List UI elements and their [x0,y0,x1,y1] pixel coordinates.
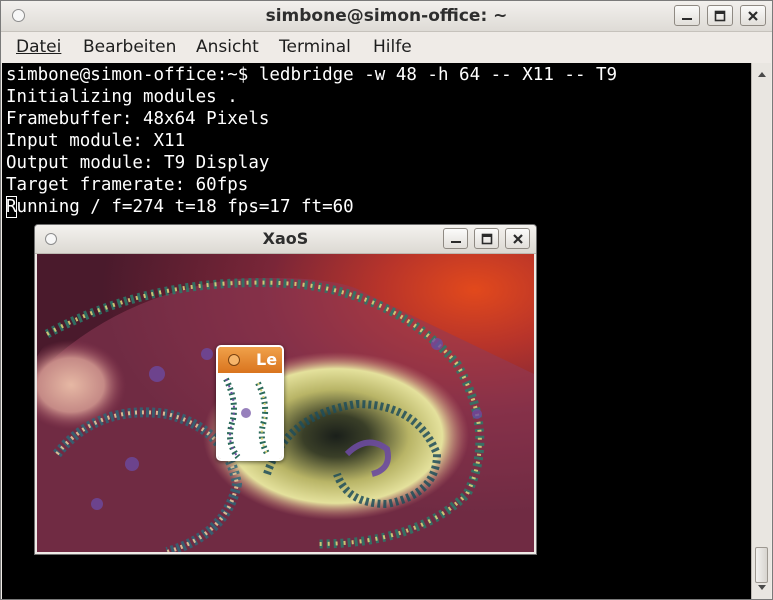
close-icon [512,233,523,244]
minimize-icon [450,240,461,243]
terminal-line-rest: unning / f=274 t=18 fps=17 ft=60 [16,197,354,217]
terminal-line: simbone@simon-office:~$ ledbridge -w 48 … [6,65,618,85]
terminal-line: Initializing modules . [6,87,238,107]
menu-hilfe[interactable]: Hilfe [373,37,412,57]
scroll-down-arrow-icon[interactable] [754,580,769,596]
menu-datei[interactable]: Datei [16,37,61,57]
menu-label: Bearbeiten [83,37,177,57]
le-preview-image [218,373,282,459]
xaos-window: XaoS [34,224,537,555]
terminal-line-last: Running / f=274 t=18 fps=17 ft=60 [6,196,354,218]
le-title: Le [256,350,278,369]
scrollbar-thumb[interactable] [755,547,768,583]
terminal-cursor: R [6,196,17,218]
xaos-close-button[interactable] [505,228,530,249]
menu-bearbeiten[interactable]: Bearbeiten [83,37,176,57]
terminal-line: Framebuffer: 48x64 Pixels [6,109,270,129]
minimize-icon [682,17,692,20]
menu-label: Hilfe [373,37,412,57]
close-button[interactable] [740,5,766,26]
le-window: Le [216,345,284,461]
terminal-scrollbar[interactable] [751,63,771,599]
scroll-up-arrow-icon[interactable] [754,66,769,82]
maximize-icon [481,233,492,244]
window-menu-icon[interactable] [228,354,240,366]
xaos-titlebar[interactable]: XaoS [35,225,536,254]
terminal-line: Target framerate: 60fps [6,175,249,195]
terminal-line: Input module: X11 [6,131,186,151]
close-icon [748,10,758,21]
xaos-maximize-button[interactable] [474,228,499,249]
menu-label: Terminal [279,37,351,57]
menu-label: Datei [16,37,62,57]
minimize-button[interactable] [674,5,700,26]
maximize-icon [714,10,726,21]
window-titlebar[interactable]: simbone@simon-office: ~ [1,1,772,32]
menubar: Datei Bearbeiten Ansicht Terminal Hilfe [1,32,772,62]
window-title: simbone@simon-office: ~ [265,6,508,26]
xaos-minimize-button[interactable] [443,228,468,249]
terminal-line: Output module: T9 Display [6,153,270,173]
le-titlebar[interactable]: Le [218,347,282,373]
menu-label: Ansicht [196,37,259,57]
maximize-button[interactable] [707,5,733,26]
fractal-image[interactable] [37,254,534,552]
menu-terminal[interactable]: Terminal [279,37,351,57]
menu-ansicht[interactable]: Ansicht [196,37,259,57]
